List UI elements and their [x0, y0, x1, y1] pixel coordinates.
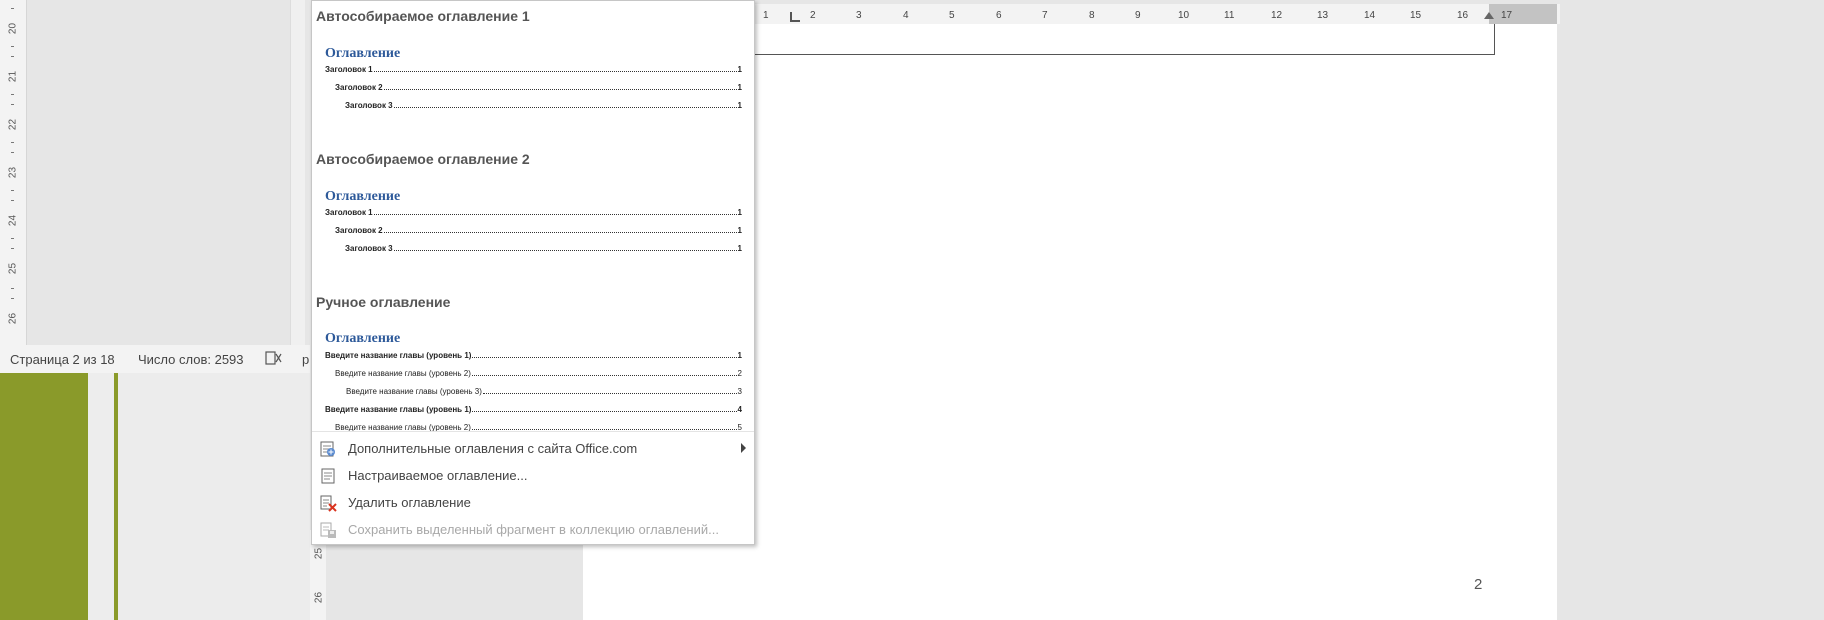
right-indent-marker[interactable]: [1484, 12, 1494, 19]
ruler-margin-right: 17: [1489, 4, 1557, 24]
ruler-number: 15: [1410, 10, 1422, 21]
remove-toc-menu-item[interactable]: Удалить оглавление: [312, 490, 754, 516]
toc-gallery-dropdown: Автособираемое оглавление 1 Оглавление З…: [311, 0, 755, 545]
toc-preview-line: Введите название главы (уровень 1) 1: [325, 351, 742, 360]
toc-preview-line: Введите название главы (уровень 2) 2: [335, 369, 742, 378]
vertical-scrollbar[interactable]: [290, 0, 305, 345]
tab-stop-marker[interactable]: [790, 12, 800, 22]
ruler-number: 26: [7, 312, 19, 325]
menu-item-label: Дополнительные оглавления с сайта Office…: [348, 441, 638, 456]
gallery-section-title: Автособираемое оглавление 2: [316, 151, 530, 167]
status-extra-text: р: [302, 352, 310, 367]
ruler-number: 17: [1501, 10, 1513, 21]
ruler-number: 6: [996, 10, 1002, 21]
gallery-section-title: Ручное оглавление: [316, 294, 451, 310]
ruler-number: 24: [7, 214, 19, 227]
toc-preview-heading: Оглавление: [325, 189, 401, 204]
custom-toc-menu-item[interactable]: Настраиваемое оглавление...: [312, 463, 754, 489]
ruler-number: 11: [1224, 10, 1235, 21]
toc-preview-line: Заголовок 31: [345, 244, 742, 253]
proofing-icon[interactable]: [265, 350, 283, 369]
ruler-number: 25: [7, 262, 19, 275]
office-toc-icon: [319, 440, 337, 458]
toc-preview-line: Введите название главы (уровень 3) 3: [346, 387, 742, 396]
status-bar: Страница 2 из 18 Число слов: 2593 р: [0, 345, 310, 373]
toc-preview-heading: Оглавление: [325, 331, 401, 346]
submenu-arrow-icon: [741, 443, 746, 453]
page-number: 2: [1474, 576, 1483, 593]
ruler-number: 8: [1089, 10, 1095, 21]
save-toc-icon: [319, 521, 337, 539]
ruler-number: 25: [313, 547, 325, 560]
menu-item-label: Удалить оглавление: [348, 495, 471, 510]
menu-item-label: Сохранить выделенный фрагмент в коллекци…: [348, 522, 719, 537]
ruler-number: 21: [7, 70, 19, 83]
toc-preview-line: Введите название главы (уровень 1) 4: [325, 405, 742, 414]
ruler-number: 9: [1135, 10, 1141, 21]
gallery-section-title: Автособираемое оглавление 1: [316, 8, 530, 24]
ruler-number: 12: [1271, 10, 1283, 21]
left-document-area: [0, 0, 290, 345]
ruler-number: 23: [7, 166, 19, 179]
delete-toc-icon: [319, 494, 337, 512]
ruler-number: 4: [903, 10, 909, 21]
ruler-number: 1: [763, 10, 769, 21]
ruler-number: 22: [7, 118, 19, 131]
vertical-ruler: 20 21 22 23 24 25 26: [0, 0, 27, 345]
ruler-number: 14: [1364, 10, 1376, 21]
toc-preview-line: Заголовок 11: [325, 65, 742, 74]
ruler-number: 3: [856, 10, 862, 21]
menu-item-label: Настраиваемое оглавление...: [348, 468, 528, 483]
ruler-number: 2: [810, 10, 816, 21]
toc-preview-line: Введите название главы (уровень 2) 5: [335, 423, 742, 431]
word-count-status[interactable]: Число слов: 2593: [138, 352, 244, 367]
background-gap: [88, 373, 114, 620]
ruler-number: 26: [313, 591, 325, 604]
ruler-number: 10: [1178, 10, 1190, 21]
toc-preview-line: Заголовок 21: [335, 83, 742, 92]
toc-preview-line: Заголовок 21: [335, 226, 742, 235]
ruler-number: 20: [7, 22, 19, 35]
save-selection-toc-menu-item[interactable]: Сохранить выделенный фрагмент в коллекци…: [312, 517, 754, 543]
custom-toc-icon: [319, 467, 337, 485]
ruler-number: 13: [1317, 10, 1329, 21]
background-texture-panel: [118, 373, 310, 620]
background-green-panel: [0, 373, 88, 620]
toc-preview-line: Заголовок 11: [325, 208, 742, 217]
page-count-status[interactable]: Страница 2 из 18: [10, 352, 115, 367]
toc-preview-line: Заголовок 31: [345, 101, 742, 110]
ruler-number: 16: [1457, 10, 1469, 21]
toc-gallery-list[interactable]: Автособираемое оглавление 1 Оглавление З…: [312, 1, 754, 431]
ruler-number: 7: [1042, 10, 1048, 21]
more-tocs-office-menu-item[interactable]: Дополнительные оглавления с сайта Office…: [312, 436, 754, 462]
menu-separator: [312, 431, 754, 432]
header-region[interactable]: [740, 24, 1495, 55]
toc-preview-heading: Оглавление: [325, 46, 401, 61]
ruler-number: 5: [949, 10, 955, 21]
horizontal-ruler: 1 2 3 4 5 6 7 8 9 10 11 12 13 14 15 16: [740, 4, 1560, 24]
